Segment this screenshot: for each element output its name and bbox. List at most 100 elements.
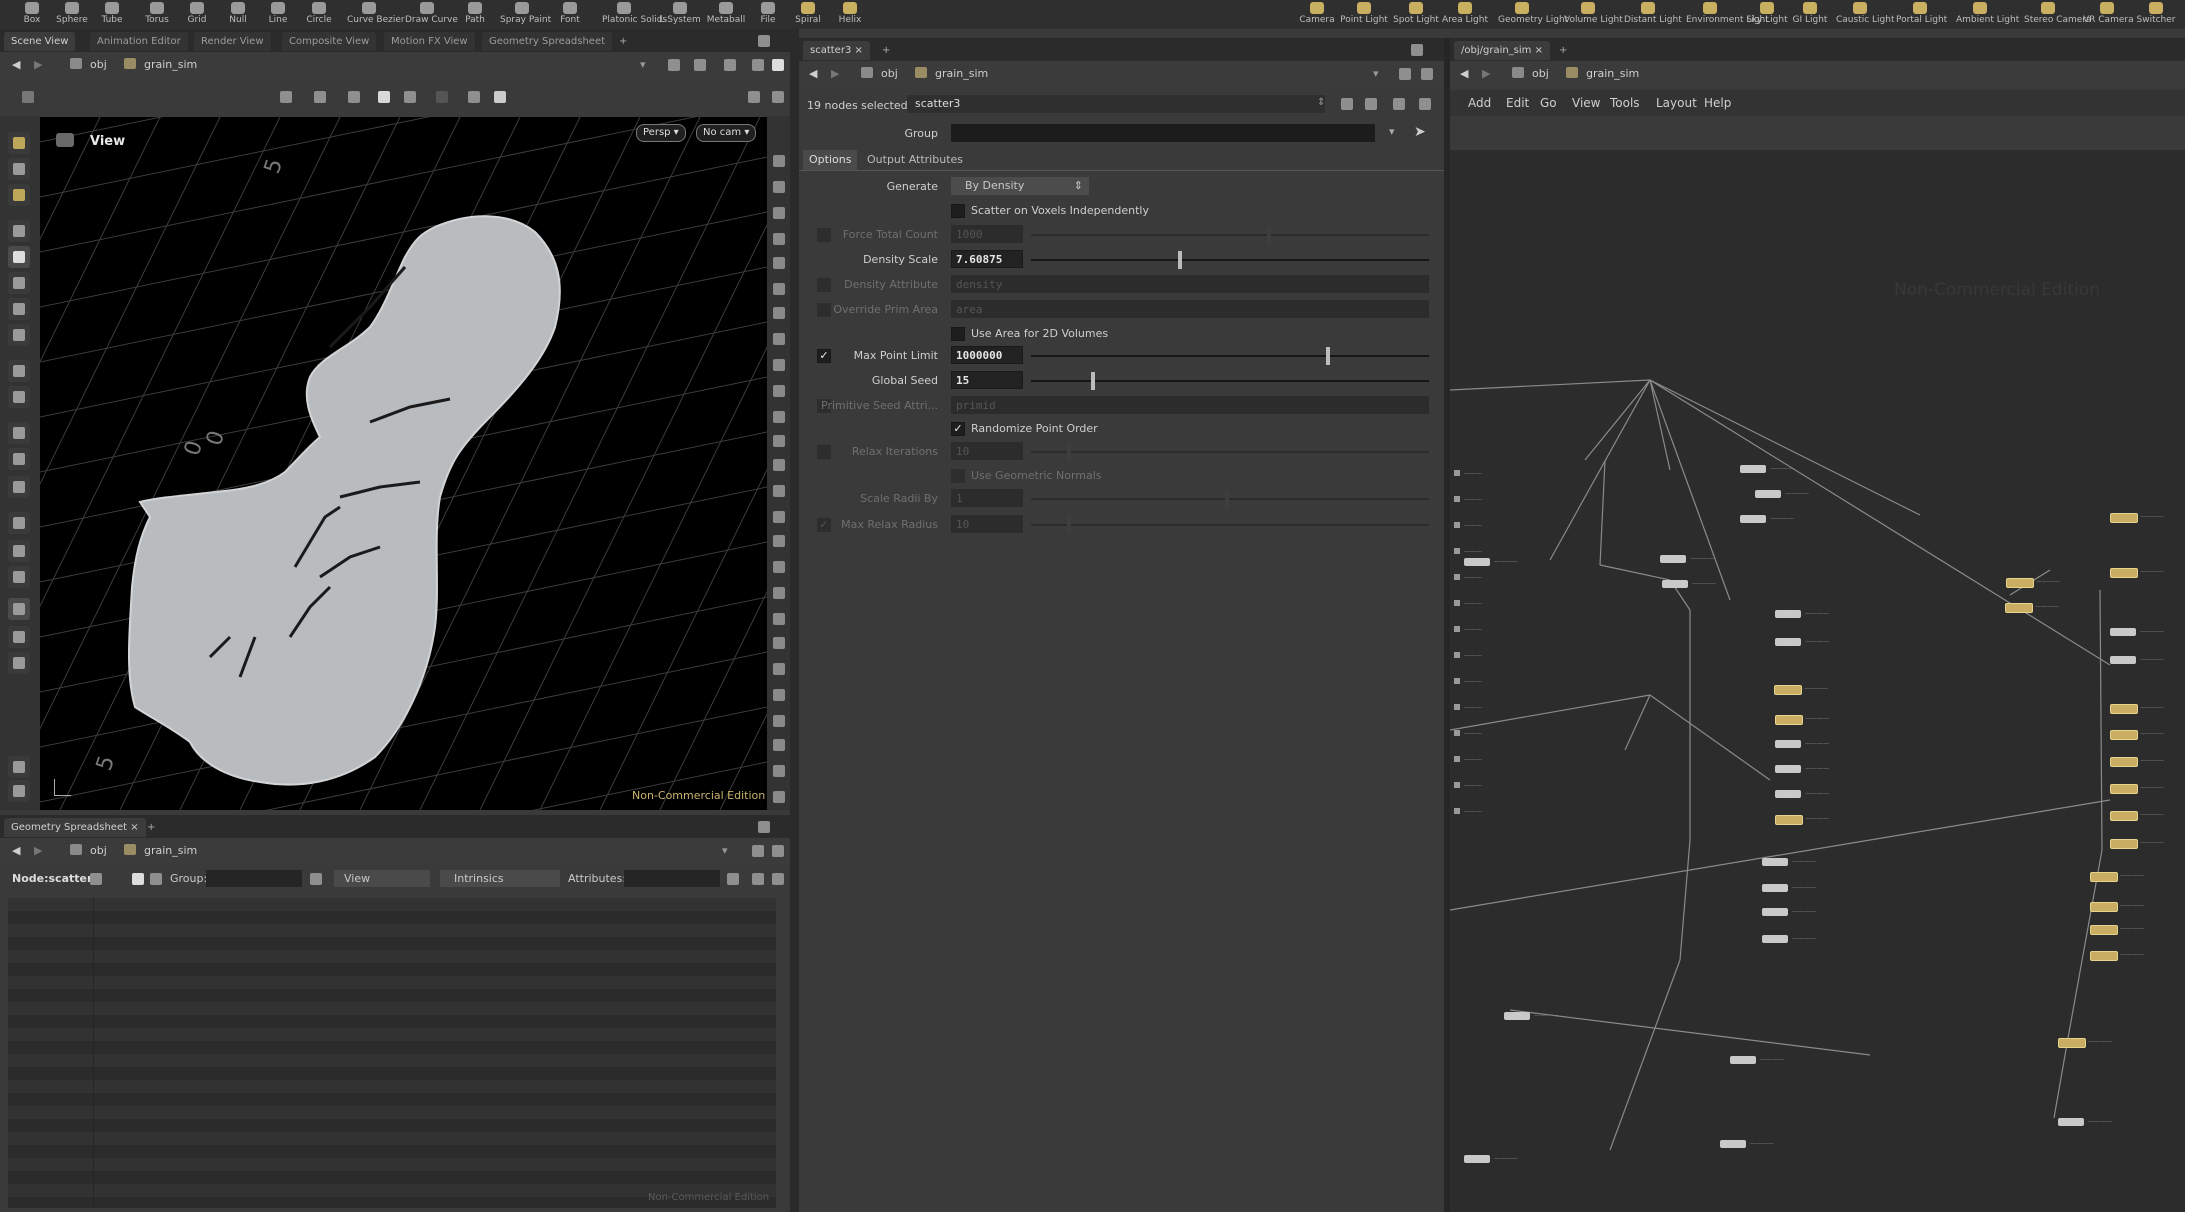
back-arrow-icon[interactable]: ◀ xyxy=(1460,66,1468,82)
pointer-tool[interactable] xyxy=(8,220,30,242)
density-scale-slider[interactable] xyxy=(1031,251,1429,269)
scale-radii-field[interactable]: 1 xyxy=(951,489,1023,507)
table-row[interactable] xyxy=(8,1145,776,1158)
display-option-button[interactable] xyxy=(770,788,788,806)
spreadsheet-table[interactable] xyxy=(8,898,776,1208)
slider-knob[interactable] xyxy=(1091,372,1095,390)
max-point-field[interactable]: 1000000 xyxy=(951,346,1023,364)
pane-menu-icon[interactable] xyxy=(758,35,770,47)
grid-menu-icon[interactable] xyxy=(22,91,34,103)
table-row[interactable] xyxy=(8,989,776,1002)
network-node[interactable] xyxy=(2058,1038,2086,1048)
group-select-arrow-icon[interactable]: ➤ xyxy=(1414,124,1426,140)
path-root[interactable]: obj xyxy=(70,843,107,859)
table-row[interactable] xyxy=(8,937,776,950)
help-icon[interactable] xyxy=(1419,98,1431,110)
network-node[interactable] xyxy=(1464,558,1490,566)
capture-icon[interactable] xyxy=(494,91,506,103)
shelf-tool[interactable]: Distant Light xyxy=(1624,0,1682,29)
link-icon[interactable] xyxy=(1421,68,1433,80)
add-tab-plus-icon[interactable]: + xyxy=(140,818,162,837)
table-row[interactable] xyxy=(8,1002,776,1015)
network-node[interactable] xyxy=(1755,490,1781,498)
cam-dropdown[interactable]: No cam ▾ xyxy=(696,124,757,142)
link-icon[interactable] xyxy=(772,845,784,857)
node-menu-icon[interactable] xyxy=(90,873,102,885)
slider-knob[interactable] xyxy=(1067,516,1071,534)
table-row[interactable] xyxy=(8,1041,776,1054)
brush-tool[interactable] xyxy=(8,184,30,206)
tab-render-view[interactable]: Render View xyxy=(194,32,271,51)
network-node[interactable] xyxy=(1662,580,1688,588)
table-row[interactable] xyxy=(8,1158,776,1171)
pivot-tool[interactable] xyxy=(8,512,30,534)
network-node[interactable] xyxy=(2110,704,2138,714)
network-node[interactable] xyxy=(2006,578,2034,588)
group-input[interactable] xyxy=(951,124,1375,142)
display-options-icon[interactable] xyxy=(748,91,760,103)
shelf-tool[interactable]: Curve Bezier xyxy=(347,0,405,29)
table-row[interactable] xyxy=(8,1119,776,1132)
display-option-button[interactable] xyxy=(770,204,788,222)
table-row[interactable] xyxy=(8,924,776,937)
table-row[interactable] xyxy=(8,911,776,924)
relax-field[interactable]: 10 xyxy=(951,442,1023,460)
edit-tool[interactable] xyxy=(8,158,30,180)
display-option-button[interactable] xyxy=(770,660,788,678)
search-icon[interactable] xyxy=(1365,98,1377,110)
transform-tool[interactable] xyxy=(8,360,30,382)
network-node[interactable] xyxy=(1775,638,1801,646)
pane-divider[interactable] xyxy=(790,29,799,1212)
density-scale-field[interactable]: 7.60875 xyxy=(951,250,1023,268)
shelf-tool[interactable]: Font xyxy=(548,0,592,29)
path-dropdown-icon[interactable]: ▾ xyxy=(640,57,646,73)
network-node[interactable] xyxy=(1762,858,1788,866)
shelf-tool[interactable]: Area Light xyxy=(1441,0,1489,29)
shelf-tool[interactable]: VR Camera xyxy=(2083,0,2134,29)
menu-layout[interactable]: Layout xyxy=(1656,96,1697,110)
table-row[interactable] xyxy=(8,1171,776,1184)
network-node[interactable] xyxy=(1775,610,1801,618)
display-option-button[interactable] xyxy=(770,712,788,730)
network-node[interactable] xyxy=(2090,902,2118,912)
display-option-button[interactable] xyxy=(770,508,788,526)
display-option-button[interactable] xyxy=(770,408,788,426)
display-option-button[interactable] xyxy=(770,280,788,298)
magnet-tool[interactable] xyxy=(8,476,30,498)
network-node[interactable] xyxy=(1720,1140,1746,1148)
tab-animation-editor[interactable]: Animation Editor xyxy=(90,32,188,51)
shelf-tool[interactable]: Torus xyxy=(135,0,179,29)
randomize-checkbox[interactable]: ✓ xyxy=(951,422,965,436)
info-icon[interactable] xyxy=(1393,98,1405,110)
table-row[interactable] xyxy=(8,1080,776,1093)
display-option-button[interactable] xyxy=(770,254,788,272)
table-row[interactable] xyxy=(8,1132,776,1145)
menu-view[interactable]: View xyxy=(1572,96,1600,110)
network-node[interactable] xyxy=(1775,740,1801,748)
global-seed-slider[interactable] xyxy=(1031,372,1429,390)
forward-arrow-icon[interactable]: ▶ xyxy=(1482,66,1490,82)
display-option-button[interactable] xyxy=(770,482,788,500)
pin-icon[interactable] xyxy=(668,59,680,71)
network-node-small[interactable] xyxy=(1454,808,1460,814)
node-name-dropdown-icon[interactable]: ⇕ xyxy=(1317,97,1325,108)
menu-help[interactable]: Help xyxy=(1704,96,1731,110)
tab-geometry-spreadsheet[interactable]: Geometry Spreadsheet × xyxy=(4,818,146,837)
prim-seed-field[interactable]: primid xyxy=(951,396,1429,414)
path-node[interactable]: grain_sim xyxy=(1566,66,1639,82)
table-row[interactable] xyxy=(8,1015,776,1028)
pin-icon[interactable] xyxy=(752,845,764,857)
network-node[interactable] xyxy=(1740,515,1766,523)
max-relax-field[interactable]: 10 xyxy=(951,515,1023,533)
back-arrow-icon[interactable]: ◀ xyxy=(809,66,817,82)
scatter-voxels-checkbox[interactable] xyxy=(951,204,965,218)
tab-obj-grain-sim[interactable]: /obj/grain_sim × xyxy=(1454,41,1550,60)
path-dropdown-icon[interactable]: ▾ xyxy=(722,843,728,859)
network-node[interactable] xyxy=(1660,555,1686,563)
network-node[interactable] xyxy=(1740,465,1766,473)
display-option-button[interactable] xyxy=(770,178,788,196)
display-option-button[interactable] xyxy=(770,356,788,374)
help-icon[interactable] xyxy=(772,873,784,885)
display-option-button[interactable] xyxy=(770,432,788,450)
network-node[interactable] xyxy=(2110,839,2138,849)
